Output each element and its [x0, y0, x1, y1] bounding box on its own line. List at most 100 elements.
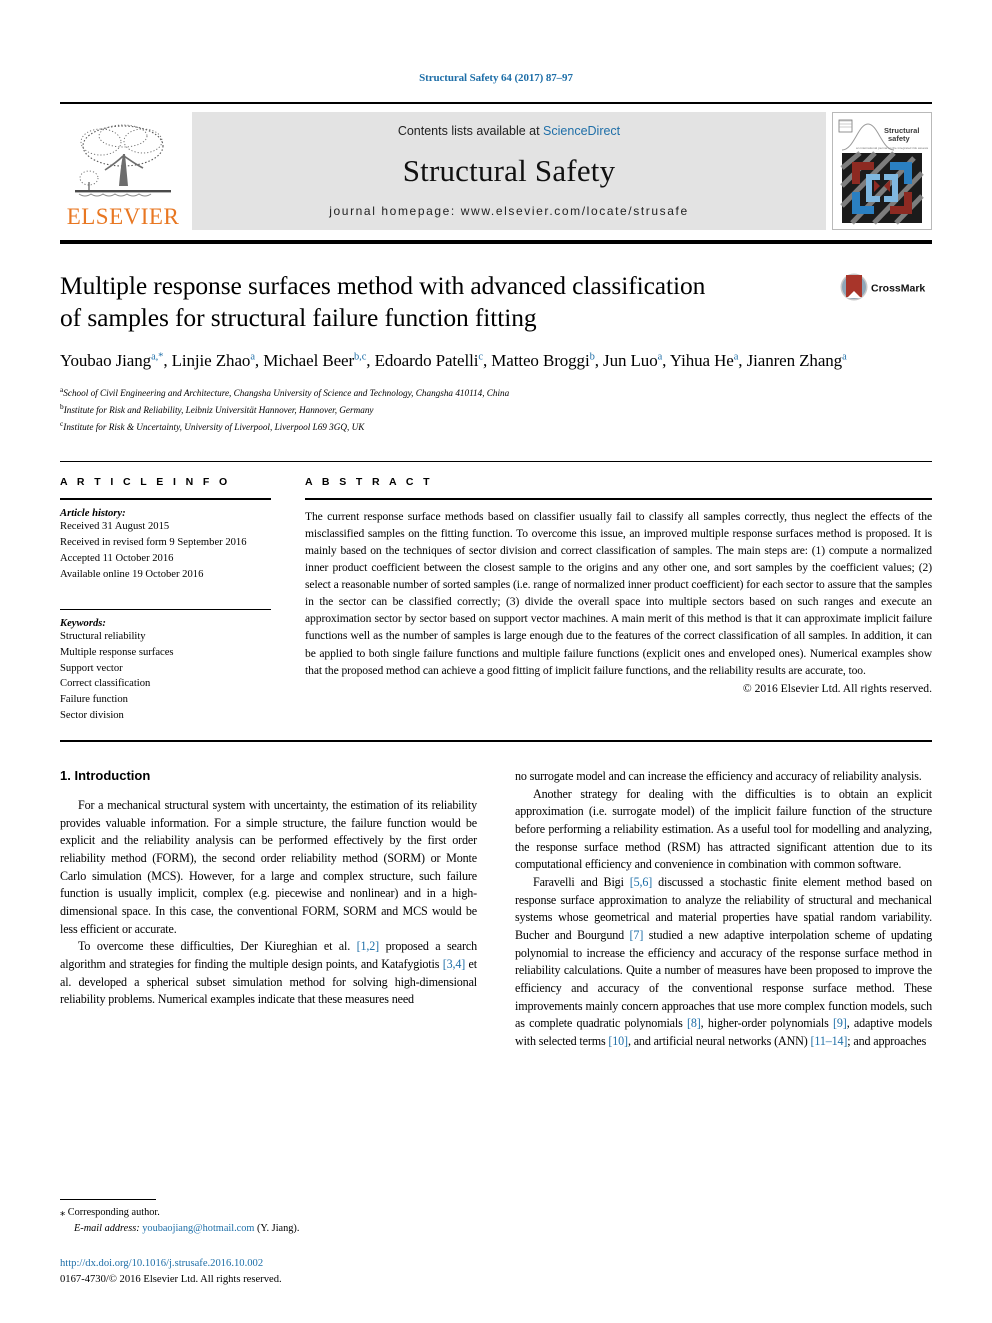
journal-masthead: ELSEVIER Contents lists available at Sci…	[60, 102, 953, 230]
journal-title: Structural Safety	[402, 153, 616, 188]
elsevier-tree-icon	[75, 124, 171, 197]
keywords-block: Keywords: Structural reliability Multiple…	[60, 601, 271, 724]
body-column-right: no surrogate model and can increase the …	[515, 768, 932, 1051]
affiliation-item: bInstitute for Risk and Reliability, Lei…	[60, 401, 932, 418]
doi-link[interactable]: http://dx.doi.org/10.1016/j.strusafe.201…	[60, 1256, 464, 1271]
affiliation-text: Institute for Risk and Reliability, Leib…	[63, 405, 374, 416]
keyword-item: Structural reliability	[60, 630, 146, 642]
abstract-rule	[305, 498, 932, 501]
abstract-bottom-rule	[60, 740, 932, 743]
contents-available-line: Contents lists available at ScienceDirec…	[398, 124, 620, 138]
author-name: Youbao Jiang	[60, 351, 152, 371]
title-line-1: Multiple response surfaces method with a…	[60, 271, 706, 300]
svg-text:CrossMark: CrossMark	[871, 283, 925, 295]
title-line-2: of samples for structural failure functi…	[60, 302, 537, 332]
keyword-item: Failure function	[60, 694, 128, 706]
citation-link[interactable]: [8]	[687, 1016, 701, 1030]
article-info-rule	[60, 498, 271, 501]
left-column-paragraphs: For a mechanical structural system with …	[60, 797, 477, 1009]
masthead-bottom-rule	[60, 240, 932, 244]
svg-text:safety: safety	[888, 134, 911, 143]
citation-link[interactable]: [1,2]	[357, 939, 380, 953]
article-history-heading: Article history:	[60, 508, 126, 520]
paragraph-text: ; and approaches	[847, 1034, 927, 1048]
email-note: E-mail address: youbaojiang@hotmail.com …	[60, 1221, 464, 1236]
author-affiliation-mark: a,*	[151, 351, 164, 363]
body-column-left: 1. Introduction For a mechanical structu…	[60, 768, 477, 1051]
page-title: Multiple response surfaces method with a…	[60, 270, 826, 333]
body-paragraph: For a mechanical structural system with …	[60, 797, 477, 938]
affiliation-list: aSchool of Civil Engineering and Archite…	[60, 384, 932, 435]
body-paragraph: To overcome these difficulties, Der Kiur…	[60, 938, 477, 1009]
author-name: Linjie Zhao	[171, 351, 251, 371]
svg-text:an international journal on th: an international journal on the integrat…	[856, 146, 928, 150]
keyword-item: Multiple response surfaces	[60, 646, 174, 658]
right-column-paragraphs: no surrogate model and can increase the …	[515, 768, 932, 1051]
author-email-link[interactable]: youbaojiang@hotmail.com	[142, 1223, 254, 1234]
email-label: E-mail address:	[74, 1222, 140, 1234]
crossmark-icon[interactable]: CrossMark	[840, 272, 930, 302]
paragraph-text: Another strategy for dealing with the di…	[515, 786, 932, 872]
author-affiliation-mark: a	[657, 351, 663, 363]
author-affiliation-mark: b,c	[354, 351, 367, 363]
footnote-block: ⁎ Corresponding author. E-mail address: …	[60, 1199, 464, 1287]
citation-link[interactable]: [5,6]	[630, 875, 653, 889]
doi-block: http://dx.doi.org/10.1016/j.strusafe.201…	[60, 1256, 464, 1287]
author-name: Edoardo Patelli	[374, 351, 479, 371]
author-name: Matteo Broggi	[491, 351, 590, 371]
article-history-item: Received 31 August 2015	[60, 521, 170, 533]
keywords-heading: Keywords:	[60, 617, 106, 629]
author-affiliation-mark: a	[250, 351, 255, 363]
author-affiliation-mark: b	[589, 351, 595, 363]
info-abstract-region: A R T I C L E I N F O Article history: R…	[60, 461, 932, 724]
author-name: Michael Beer	[263, 351, 355, 371]
article-info-label: A R T I C L E I N F O	[60, 476, 231, 489]
contents-prefix: Contents lists available at	[397, 124, 544, 138]
keyword-item: Sector division	[60, 710, 124, 722]
article-history-list: Received 31 August 2015 Received in revis…	[60, 519, 271, 583]
author-affiliation-mark: c	[478, 351, 483, 363]
paper-page: Structural Safety 64 (2017) 87–97 ELSEVI…	[0, 0, 992, 1323]
article-history-item: Available online 19 October 2016	[60, 568, 204, 580]
citation-link[interactable]: [7]	[630, 928, 644, 942]
paragraph-text: , higher-order polynomials	[700, 1016, 834, 1031]
article-history-item: Received in revised form 9 September 201…	[60, 537, 247, 549]
sciencedirect-link[interactable]: ScienceDirect	[543, 124, 620, 138]
corresponding-text: Corresponding author.	[67, 1207, 160, 1219]
corresponding-marker: ⁎	[60, 1207, 66, 1219]
affiliation-text: Institute for Risk & Uncertainty, Univer…	[63, 422, 365, 433]
author-list: Youbao Jianga,*, Linjie Zhaoa, Michael B…	[60, 351, 847, 371]
citation-link[interactable]: [9]	[833, 1016, 847, 1030]
abstract-column: A B S T R A C T The current response sur…	[305, 462, 932, 724]
elsevier-logo: ELSEVIER	[60, 112, 186, 230]
keywords-rule	[60, 608, 271, 610]
citation-link[interactable]: [10]	[608, 1034, 628, 1048]
article-info-column: A R T I C L E I N F O Article history: R…	[60, 462, 305, 724]
article-history-item: Accepted 11 October 2016	[60, 553, 174, 565]
author-affiliation-mark: a	[842, 351, 847, 363]
title-block: Multiple response surfaces method with a…	[60, 270, 932, 333]
abstract-copyright: © 2016 Elsevier Ltd. All rights reserved…	[742, 681, 932, 695]
abstract-text: The current response surface methods bas…	[305, 510, 932, 677]
journal-cover-thumbnail: Structural safety an international journ…	[832, 112, 953, 230]
citation-link[interactable]: [11–14]	[811, 1034, 848, 1048]
journal-homepage[interactable]: journal homepage: www.elsevier.com/locat…	[329, 204, 688, 218]
body-paragraph: no surrogate model and can increase the …	[515, 768, 932, 786]
paragraph-text: no surrogate model and can increase the …	[515, 769, 922, 784]
keyword-item: Support vector	[60, 662, 123, 674]
author-name: Yihua He	[669, 351, 734, 371]
journal-cover-image: Structural safety an international journ…	[836, 116, 953, 226]
journal-band: Contents lists available at ScienceDirec…	[192, 112, 826, 230]
paragraph-text: Faravelli and Bigi	[533, 875, 630, 890]
keywords-list: Structural reliability Multiple response …	[60, 629, 271, 724]
abstract-label: A B S T R A C T	[305, 476, 433, 489]
body-paragraph: Faravelli and Bigi [5,6] discussed a sto…	[515, 874, 932, 1051]
corresponding-author-note: ⁎ Corresponding author.	[60, 1205, 464, 1220]
citation-link[interactable]: [3,4]	[443, 957, 466, 971]
affiliation-text: School of Civil Engineering and Architec…	[63, 388, 510, 399]
section-heading-introduction: 1. Introduction	[60, 768, 151, 784]
crossmark-badge[interactable]: CrossMark	[840, 270, 932, 333]
footnote-rule	[60, 1199, 156, 1201]
author-affiliation-mark: a	[733, 351, 739, 363]
paragraph-text: studied a new adaptive interpolation sch…	[515, 928, 932, 1031]
